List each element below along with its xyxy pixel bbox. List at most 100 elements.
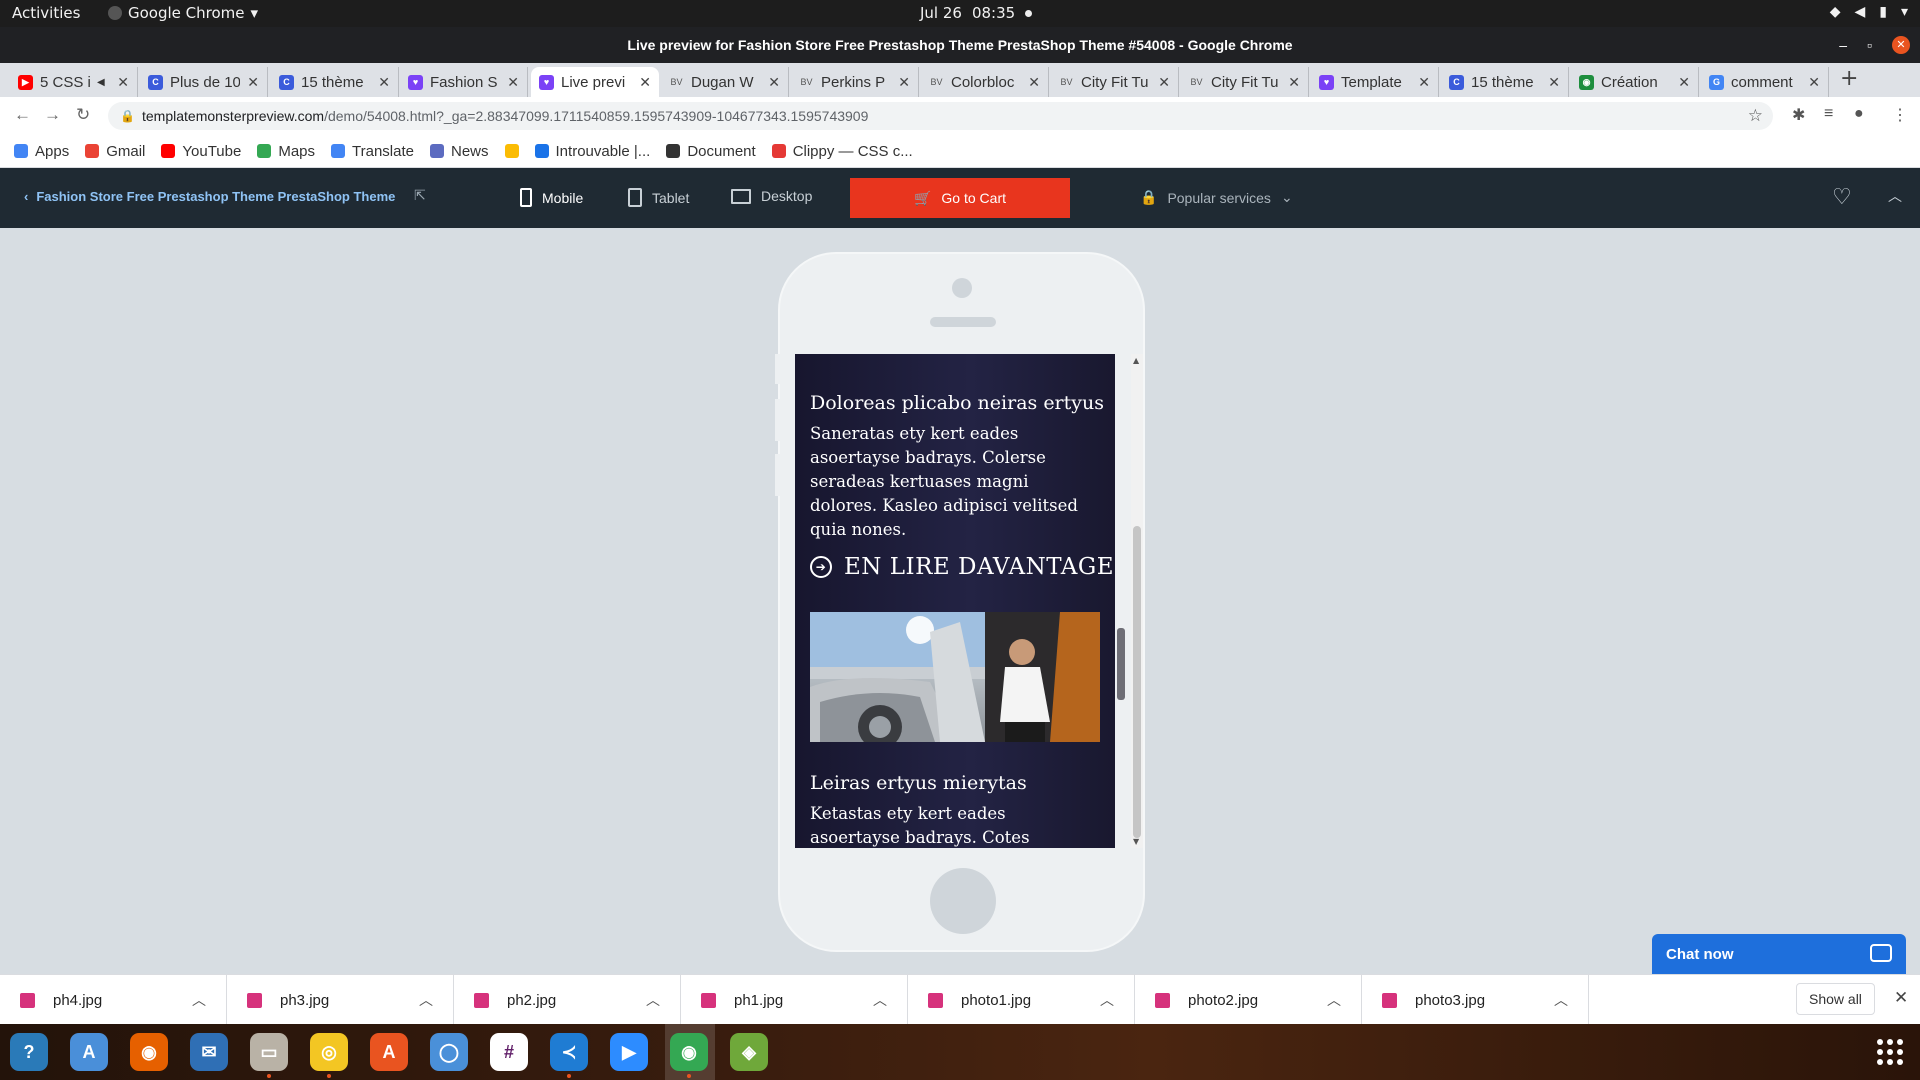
- maximize-button[interactable]: ▫: [1867, 27, 1872, 63]
- scrollbar-thumb[interactable]: [1133, 526, 1141, 838]
- tab-close-icon[interactable]: ✕: [1808, 74, 1820, 91]
- system-tray[interactable]: ◆ ◀ ▮ ▾: [1830, 4, 1908, 20]
- new-tab-button[interactable]: +: [1840, 66, 1858, 91]
- browser-tab[interactable]: BV City Fit Tu ✕: [1051, 67, 1179, 97]
- chromium-icon[interactable]: ◯: [430, 1033, 468, 1071]
- back-to-product-link[interactable]: ‹ Fashion Store Free Prestashop Theme Pr…: [24, 189, 395, 204]
- activities-button[interactable]: Activities: [12, 4, 80, 22]
- bookmark-item[interactable]: Maps: [257, 143, 315, 160]
- show-applications-icon[interactable]: [1877, 1039, 1903, 1065]
- network-icon[interactable]: ◈: [730, 1033, 768, 1071]
- heart-icon[interactable]: ♡: [1832, 184, 1852, 210]
- rhythmbox-icon[interactable]: ◎: [310, 1033, 348, 1078]
- browser-tab[interactable]: BV Colorbloc ✕: [921, 67, 1049, 97]
- media-queue-icon[interactable]: ≡: [1824, 105, 1833, 123]
- bookmark-item[interactable]: Apps: [14, 143, 69, 160]
- download-item[interactable]: ph1.jpg ︿: [681, 975, 908, 1025]
- reload-icon[interactable]: ↻: [76, 105, 90, 125]
- device-desktop-button[interactable]: Desktop: [731, 188, 812, 204]
- download-item[interactable]: ph2.jpg ︿: [454, 975, 681, 1025]
- forward-arrow-icon[interactable]: →: [44, 105, 61, 125]
- go-to-cart-button[interactable]: 🛒 Go to Cart: [850, 178, 1070, 218]
- browser-tab[interactable]: C Plus de 10 ✕: [140, 67, 268, 97]
- download-item[interactable]: photo1.jpg ︿: [908, 975, 1135, 1025]
- close-downloads-icon[interactable]: ✕: [1894, 988, 1908, 1008]
- clock[interactable]: Jul 26 08:35: [920, 4, 1033, 22]
- chevron-up-icon[interactable]: ︿: [1327, 990, 1341, 1010]
- bookmark-item[interactable]: Translate: [331, 143, 414, 160]
- mobile-preview-screen[interactable]: Doloreas plicabo neiras ertyus Saneratas…: [795, 354, 1115, 848]
- tab-close-icon[interactable]: ✕: [507, 74, 519, 91]
- firefox-icon[interactable]: ◉: [130, 1033, 168, 1071]
- browser-tab[interactable]: Gcomment ✕: [1701, 67, 1829, 97]
- show-all-downloads-button[interactable]: Show all: [1796, 983, 1875, 1015]
- browser-tab[interactable]: ♥ Template ✕: [1311, 67, 1439, 97]
- bookmark-item[interactable]: Introuvable |...: [534, 143, 650, 160]
- device-tablet-button[interactable]: Tablet: [628, 188, 689, 207]
- scroll-up-arrow-icon[interactable]: ▲: [1133, 356, 1139, 365]
- files-icon[interactable]: ▭: [250, 1033, 288, 1078]
- download-item[interactable]: photo3.jpg ︿: [1362, 975, 1589, 1025]
- tab-close-icon[interactable]: ✕: [639, 74, 651, 91]
- translate-icon[interactable]: A: [70, 1033, 108, 1071]
- tab-close-icon[interactable]: ✕: [1418, 74, 1430, 91]
- external-link-icon[interactable]: ⇱: [414, 187, 426, 204]
- bookmark-item[interactable]: YouTube: [161, 143, 241, 160]
- tab-close-icon[interactable]: ✕: [1288, 74, 1300, 91]
- close-window-button[interactable]: ✕: [1892, 36, 1910, 54]
- browser-tab[interactable]: BV Perkins P ✕: [791, 67, 919, 97]
- chevron-up-icon[interactable]: ︿: [1888, 186, 1902, 206]
- bookmark-item[interactable]: Document: [666, 143, 756, 160]
- chat-now-widget[interactable]: Chat now: [1652, 934, 1906, 974]
- back-arrow-icon[interactable]: ←: [14, 105, 31, 125]
- minimize-button[interactable]: –: [1839, 27, 1847, 63]
- profile-avatar-icon[interactable]: ●: [1854, 105, 1864, 123]
- browser-tab[interactable]: BV Dugan W ✕: [661, 67, 789, 97]
- tab-close-icon[interactable]: ✕: [1158, 74, 1170, 91]
- tab-close-icon[interactable]: ✕: [247, 74, 259, 91]
- bookmark-star-icon[interactable]: ☆: [1748, 102, 1763, 130]
- preview-scrollbar[interactable]: ▲ ▼: [1131, 354, 1143, 848]
- download-item[interactable]: ph4.jpg ︿: [0, 975, 227, 1025]
- chevron-up-icon[interactable]: ︿: [646, 990, 660, 1010]
- bookmark-item[interactable]: News: [430, 143, 489, 160]
- download-item[interactable]: photo2.jpg ︿: [1135, 975, 1362, 1025]
- chevron-up-icon[interactable]: ︿: [873, 990, 887, 1010]
- tab-close-icon[interactable]: ✕: [1678, 74, 1690, 91]
- menu-kebab-icon[interactable]: ⋮: [1892, 105, 1908, 125]
- zoom-icon[interactable]: ▶: [610, 1033, 648, 1071]
- software-icon[interactable]: A: [370, 1033, 408, 1071]
- bookmark-item[interactable]: Gmail: [85, 143, 145, 160]
- help-icon[interactable]: ?: [10, 1033, 48, 1071]
- extensions-icon[interactable]: ✱: [1792, 105, 1805, 125]
- tab-close-icon[interactable]: ✕: [768, 74, 780, 91]
- read-more-link[interactable]: ➔ EN LIRE DAVANTAGE: [810, 554, 1114, 580]
- tab-close-icon[interactable]: ✕: [1028, 74, 1040, 91]
- chevron-up-icon[interactable]: ︿: [419, 990, 433, 1010]
- popular-services-dropdown[interactable]: 🔒 Popular services ⌄: [1140, 189, 1293, 206]
- chevron-up-icon[interactable]: ︿: [192, 990, 206, 1010]
- scroll-down-arrow-icon[interactable]: ▼: [1133, 837, 1139, 846]
- tab-close-icon[interactable]: ✕: [378, 74, 390, 91]
- browser-tab[interactable]: ◉ Création ✕: [1571, 67, 1699, 97]
- car-man-photo[interactable]: [810, 612, 1100, 742]
- app-menu[interactable]: Google Chrome ▾: [108, 4, 258, 22]
- chevron-up-icon[interactable]: ︿: [1100, 990, 1114, 1010]
- device-mobile-button[interactable]: Mobile: [520, 188, 583, 207]
- browser-tab[interactable]: ▶ 5 CSS i ◀ ✕: [10, 67, 138, 97]
- tab-close-icon[interactable]: ✕: [898, 74, 910, 91]
- tab-audio-icon[interactable]: ◀: [97, 77, 105, 88]
- browser-tab[interactable]: C 15 thème ✕: [1441, 67, 1569, 97]
- lock-icon[interactable]: 🔒: [120, 102, 135, 130]
- inner-scroll-thumb[interactable]: [1117, 628, 1125, 700]
- browser-tab[interactable]: BV City Fit Tu ✕: [1181, 67, 1309, 97]
- bookmark-item[interactable]: [504, 144, 519, 158]
- bookmark-item[interactable]: Clippy — CSS c...: [771, 143, 913, 160]
- thunderbird-icon[interactable]: ✉: [190, 1033, 228, 1071]
- browser-tab[interactable]: C 15 thème ✕: [271, 67, 399, 97]
- browser-tab[interactable]: ♥ Fashion S ✕: [400, 67, 528, 97]
- vscode-icon[interactable]: ≺: [550, 1033, 588, 1078]
- chrome-icon[interactable]: ◉: [670, 1033, 708, 1078]
- address-bar[interactable]: 🔒 templatemonsterpreview.com/demo/54008.…: [108, 102, 1773, 130]
- chevron-up-icon[interactable]: ︿: [1554, 990, 1568, 1010]
